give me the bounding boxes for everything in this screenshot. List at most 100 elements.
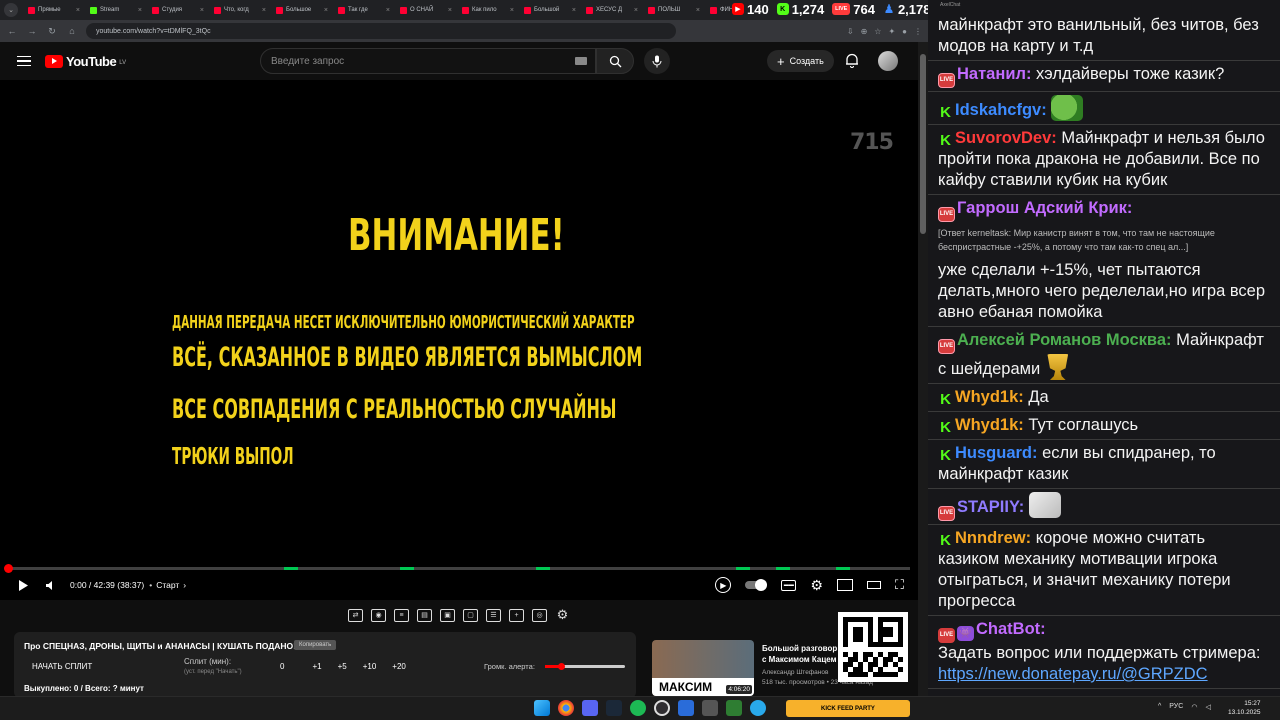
tab-search-icon[interactable]: ⌄ — [4, 3, 18, 17]
split-value-button[interactable]: +1 — [312, 662, 321, 671]
tab-close-icon[interactable]: × — [572, 7, 576, 14]
tab-close-icon[interactable]: × — [386, 7, 390, 14]
page-scrollbar[interactable] — [918, 42, 928, 696]
play-icon[interactable] — [16, 579, 30, 592]
menu-icon[interactable]: ⋮ — [914, 27, 922, 36]
tab-close-icon[interactable]: × — [262, 7, 266, 14]
tab-close-icon[interactable]: × — [634, 7, 638, 14]
hamburger-menu-icon[interactable] — [17, 55, 31, 67]
extensions-icon[interactable]: ✦ — [888, 27, 895, 36]
chat-username[interactable]: Whyd1k: — [955, 416, 1024, 434]
browser-tab[interactable]: О СНАЙ × — [396, 1, 456, 19]
chevron-right-icon[interactable]: › — [183, 580, 186, 590]
reload-icon[interactable]: ↻ — [46, 26, 58, 37]
loop-icon[interactable]: ⇄ — [348, 608, 363, 622]
split-value-button[interactable]: 0 — [280, 662, 284, 671]
theater-mode-icon[interactable] — [866, 581, 881, 589]
add-icon[interactable]: + — [509, 608, 524, 622]
chevron-up-icon[interactable]: ^ — [1158, 703, 1161, 711]
settings-gear-icon[interactable]: ⚙ — [810, 577, 823, 594]
browser-tab[interactable]: Прямые × — [24, 1, 84, 19]
account-avatar[interactable] — [878, 51, 898, 71]
video-progress-bar[interactable] — [4, 564, 910, 573]
audio-icon[interactable]: ◉ — [371, 608, 386, 622]
tab-close-icon[interactable]: × — [138, 7, 142, 14]
browser-tab[interactable]: Stream × — [86, 1, 146, 19]
tab-close-icon[interactable]: × — [448, 7, 452, 14]
tab-close-icon[interactable]: × — [324, 7, 328, 14]
chat-username[interactable]: Nnndrew: — [955, 529, 1031, 547]
windows-start-icon[interactable] — [534, 700, 550, 716]
browser-tab[interactable]: Большой × — [520, 1, 580, 19]
obs-icon[interactable] — [654, 700, 670, 716]
steam-icon[interactable] — [606, 700, 622, 716]
tab-close-icon[interactable]: × — [76, 7, 80, 14]
home-icon[interactable]: ⌂ — [66, 26, 78, 36]
browser-tab[interactable]: Так где × — [334, 1, 394, 19]
create-button[interactable]: + Создать — [767, 50, 834, 72]
notifications-bell-icon[interactable] — [845, 53, 859, 68]
fullscreen-icon[interactable]: ⛶ — [895, 577, 904, 593]
browser-tab[interactable]: Как пило × — [458, 1, 518, 19]
app-icon[interactable] — [726, 700, 742, 716]
url-field[interactable]: youtube.com/watch?v=tDMlFQ_3tQc — [86, 23, 676, 39]
alert-volume-slider[interactable] — [545, 663, 625, 670]
tab-close-icon[interactable]: × — [696, 7, 700, 14]
picture-icon[interactable]: ▣ — [440, 608, 455, 622]
spotify-icon[interactable] — [630, 700, 646, 716]
slider-thumb[interactable] — [558, 663, 565, 670]
film-icon[interactable]: ▤ — [417, 608, 432, 622]
miniplayer-icon[interactable] — [836, 579, 853, 591]
browser-tab[interactable]: Что, когд × — [210, 1, 270, 19]
app-icon[interactable] — [702, 700, 718, 716]
split-value-button[interactable]: +20 — [392, 662, 406, 671]
telegram-icon[interactable] — [750, 700, 766, 716]
tab-close-icon[interactable]: × — [510, 7, 514, 14]
forward-icon[interactable]: → — [26, 26, 38, 36]
chat-username[interactable]: Гаррош Адский Крик: — [957, 199, 1132, 217]
system-clock[interactable]: 15:27 13.10.2025 — [1228, 699, 1261, 717]
browser-tab[interactable]: Студия × — [148, 1, 208, 19]
language-indicator[interactable]: РУС — [1169, 703, 1183, 711]
chat-username[interactable]: Idskahcfgv: — [955, 101, 1047, 119]
search-button[interactable] — [596, 48, 634, 74]
split-value-button[interactable]: +10 — [363, 662, 377, 671]
wifi-icon[interactable]: ◠ — [1191, 703, 1197, 711]
back-icon[interactable]: ← — [6, 26, 18, 36]
youtube-logo[interactable]: YouTube LV — [45, 54, 126, 69]
install-icon[interactable]: ⇩ — [847, 27, 854, 36]
chapter-title[interactable]: Старт — [156, 580, 179, 590]
recommended-title[interactable]: Большой разговор с Максимом Кацем — [762, 643, 842, 665]
video-thumbnail[interactable]: МАКСИМ 4:06:20 — [652, 640, 754, 696]
copy-button[interactable]: Копировать — [294, 640, 337, 650]
browser-tab[interactable]: ХЕСУС Д × — [582, 1, 642, 19]
chat-username[interactable]: ChatBot: — [976, 620, 1046, 638]
voice-search-button[interactable] — [644, 48, 670, 74]
video-player[interactable]: 715 ВНИМАНИЕ! Данная передача несет искл… — [0, 80, 918, 600]
chat-username[interactable]: Алексей Романов Москва: — [957, 331, 1172, 349]
donation-link[interactable]: https://new.donatepay.ru/@GRPZDC — [938, 664, 1270, 685]
sponsorblock-icon[interactable]: ▶ — [715, 577, 732, 593]
pip-icon[interactable]: ▢ — [463, 608, 478, 622]
subtitles-icon[interactable]: ▬▬ — [781, 579, 797, 591]
kick-party-widget[interactable]: KICK FEED PARTY — [786, 700, 910, 717]
chat-username[interactable]: SuvorovDev: — [955, 129, 1057, 147]
tab-close-icon[interactable]: × — [200, 7, 204, 14]
browser-tab[interactable]: ПОЛЬШ × — [644, 1, 704, 19]
discord-icon[interactable] — [582, 700, 598, 716]
bookmark-star-icon[interactable]: ☆ — [874, 27, 881, 36]
volume-icon[interactable] — [44, 580, 58, 591]
keyboard-icon[interactable] — [575, 57, 587, 65]
chat-username[interactable]: Натанил: — [957, 65, 1031, 83]
split-value-button[interactable]: +5 — [338, 662, 347, 671]
translate-icon[interactable]: ⊕ — [861, 27, 868, 36]
speaker-icon[interactable]: ◁ — [1205, 703, 1210, 711]
progress-scrubber[interactable] — [4, 564, 13, 573]
browser-tab[interactable]: Большое × — [272, 1, 332, 19]
screenshot-camera-icon[interactable]: ◎ — [532, 608, 547, 622]
chat-username[interactable]: STAPIIY: — [957, 498, 1024, 516]
start-split-button[interactable]: НАЧАТЬ СПЛИТ — [32, 662, 92, 671]
chrome-icon[interactable] — [558, 700, 574, 716]
autoplay-toggle[interactable] — [745, 579, 768, 591]
filter-icon[interactable]: ☰ — [486, 608, 501, 622]
